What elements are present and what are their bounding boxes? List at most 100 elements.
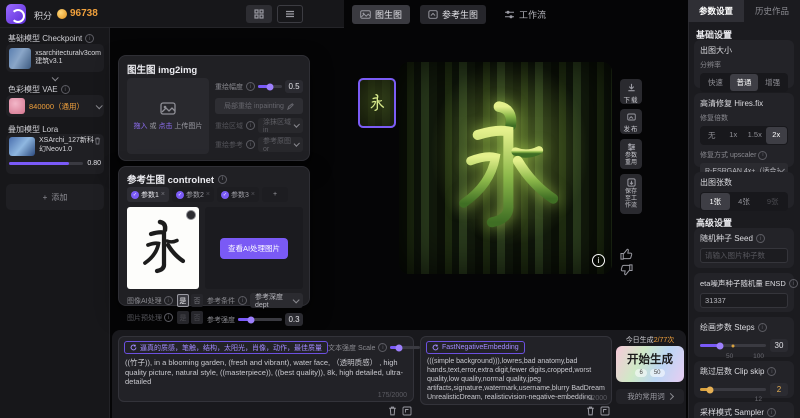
image-info-button[interactable]: i [592, 254, 605, 267]
clip-skip-card: 跳过层数 Clip skip i 2 12 [694, 361, 794, 398]
yong-thumb-glyph [369, 93, 385, 113]
points-value[interactable]: 96738 [70, 8, 98, 19]
tab-history[interactable]: 历史作品 [744, 0, 800, 22]
preprocess-row: 图片预处理 i 是 否 [127, 311, 203, 324]
info-icon[interactable]: i [85, 34, 94, 43]
controlnet-tab-1[interactable]: ✓参数1× [127, 187, 169, 202]
controlnet-tab-2-label: 参数2 [186, 190, 204, 200]
vae-card[interactable]: 840000（通用） [6, 95, 104, 117]
upload-drag-text: 拖入 [134, 123, 148, 130]
info-icon[interactable]: i [758, 151, 767, 160]
lora-weight[interactable]: 0.80 [87, 160, 101, 167]
info-icon[interactable]: i [238, 296, 247, 305]
lora-card[interactable]: XSArchi_127新科幻Neov1.0 0.80 [6, 134, 104, 174]
thumbs-down-icon[interactable] [620, 264, 633, 276]
grid-view-button[interactable] [246, 5, 272, 23]
view-ai-image-button[interactable]: 查看AI处理图片 [220, 238, 288, 259]
strength-label: 参考强度 [207, 315, 235, 325]
info-icon[interactable]: i [218, 175, 227, 184]
resolution-enhanced[interactable]: 增强 [758, 74, 787, 91]
hires-1x[interactable]: 1x [723, 127, 745, 144]
gallery-thumbnail-selected[interactable] [358, 78, 396, 128]
chevron-down-icon[interactable] [96, 102, 103, 109]
controlnet-add-tab[interactable]: + [262, 187, 288, 202]
positive-prompt-text[interactable]: ((竹子)), in a blooming garden, (fresh and… [119, 354, 413, 390]
download-button[interactable]: 下载 [620, 79, 642, 104]
tab-img2img[interactable]: 图生图 [352, 5, 410, 24]
app-logo[interactable] [6, 4, 26, 24]
info-icon[interactable]: i [61, 85, 70, 94]
steps-card: 绘画步数 Steps i 30 50 100 [694, 317, 794, 357]
info-icon[interactable]: i [789, 279, 798, 288]
save-to-workflow-button[interactable]: 保存至工作流 [620, 174, 642, 214]
expand-icon[interactable] [600, 406, 610, 416]
checkpoint-card[interactable]: xsarchitecturalv3com建筑v3.1 [6, 44, 104, 72]
controlnet-panel: 参考生图 controlnet i ✓参数1× ✓参数2× ✓参数3× + 查看… [118, 166, 310, 306]
tab-parameters[interactable]: 参数设置 [688, 0, 744, 22]
steps-slider[interactable] [700, 344, 766, 347]
reference-image[interactable] [127, 207, 199, 289]
hires-2x[interactable]: 2x [766, 127, 788, 144]
condition-row: 参考条件 i 参考深度 dept [207, 293, 303, 308]
positive-prompt-chip[interactable]: 逼真的质感，笔触，结构，太阳光，肖像，动作，最佳质量 [124, 341, 328, 354]
controlnet-tab-3[interactable]: ✓参数3× [217, 187, 259, 202]
ai-process-no-button[interactable]: 否 [191, 294, 203, 307]
trash-icon[interactable] [94, 137, 101, 145]
denoise-row: 重绘幅度 i 0.5 [215, 80, 303, 93]
negative-prompt-box[interactable]: FastNegativeEmbedding (((simple backgrou… [420, 336, 612, 405]
redraw-area-select[interactable]: 涂抹区域 in [258, 118, 303, 133]
trash-icon[interactable] [388, 406, 397, 416]
negative-prompt-chip[interactable]: FastNegativeEmbedding [426, 341, 525, 354]
count-4[interactable]: 4张 [730, 193, 759, 210]
trash-icon[interactable] [586, 406, 595, 416]
close-icon[interactable]: × [206, 191, 210, 198]
info-icon[interactable]: i [767, 367, 776, 376]
ai-process-yes-button[interactable]: 是 [177, 294, 189, 307]
scale-label: 文本强度 Scale [328, 343, 375, 353]
redraw-ref-select[interactable]: 参考原图 or [258, 137, 303, 152]
info-icon[interactable]: i [767, 408, 776, 417]
publish-button[interactable]: 发布 [620, 109, 642, 134]
tab-workflow[interactable]: 工作流 [496, 5, 554, 24]
common-words-button[interactable]: 我的常用词 [616, 389, 684, 404]
strength-slider[interactable] [238, 318, 282, 321]
menu-button[interactable] [277, 5, 303, 23]
steps-value[interactable]: 30 [770, 339, 788, 352]
denoise-value[interactable]: 0.5 [285, 80, 303, 93]
ensd-input[interactable] [700, 293, 788, 308]
info-icon[interactable]: i [758, 323, 767, 332]
negative-prompt-text[interactable]: (((simple background))),lowres,bad anato… [421, 354, 611, 400]
hires-15x[interactable]: 1.5x [744, 127, 766, 144]
image-settings-button[interactable] [186, 210, 196, 220]
reuse-params-button[interactable]: 参数重用 [620, 139, 642, 169]
controlnet-tab-2[interactable]: ✓参数2× [172, 187, 214, 202]
thumbs-up-icon[interactable] [620, 248, 633, 260]
close-icon[interactable]: × [251, 191, 255, 198]
generated-image[interactable]: i [399, 62, 612, 274]
seed-input[interactable] [700, 248, 788, 263]
info-icon[interactable]: i [378, 343, 387, 352]
upload-dropzone[interactable]: 拖入 或 点击 上传图片 [127, 78, 209, 154]
info-icon[interactable]: i [756, 234, 765, 243]
tab-reference[interactable]: 参考生图 [420, 5, 486, 24]
close-icon[interactable]: × [161, 191, 165, 198]
clip-skip-slider[interactable] [700, 388, 766, 391]
strength-value[interactable]: 0.3 [285, 313, 303, 326]
resolution-normal[interactable]: 普通 [730, 74, 759, 91]
expand-icon[interactable] [402, 406, 412, 416]
count-1[interactable]: 1张 [701, 193, 730, 210]
denoise-slider[interactable] [258, 85, 282, 88]
scale-slider[interactable] [390, 346, 420, 349]
info-icon[interactable]: i [164, 296, 173, 305]
inpainting-button[interactable]: 局部重绘 inpainting [215, 98, 303, 114]
condition-select[interactable]: 参考深度 dept [250, 293, 303, 308]
positive-prompt-box[interactable]: 逼真的质感，笔触，结构，太阳光，肖像，动作，最佳质量 文本强度 Scale i … [118, 336, 414, 402]
resolution-fast[interactable]: 快速 [701, 74, 730, 91]
info-icon[interactable]: i [246, 82, 255, 91]
clip-skip-title: 跳过层数 Clip skip i [700, 366, 788, 377]
generate-button[interactable]: 开始生成 6 50 [616, 346, 684, 382]
add-model-button[interactable]: + 添加 [6, 184, 104, 210]
hires-none[interactable]: 无 [701, 127, 723, 144]
checkpoint-thumbnail [9, 48, 31, 69]
clip-skip-value[interactable]: 2 [770, 383, 788, 396]
